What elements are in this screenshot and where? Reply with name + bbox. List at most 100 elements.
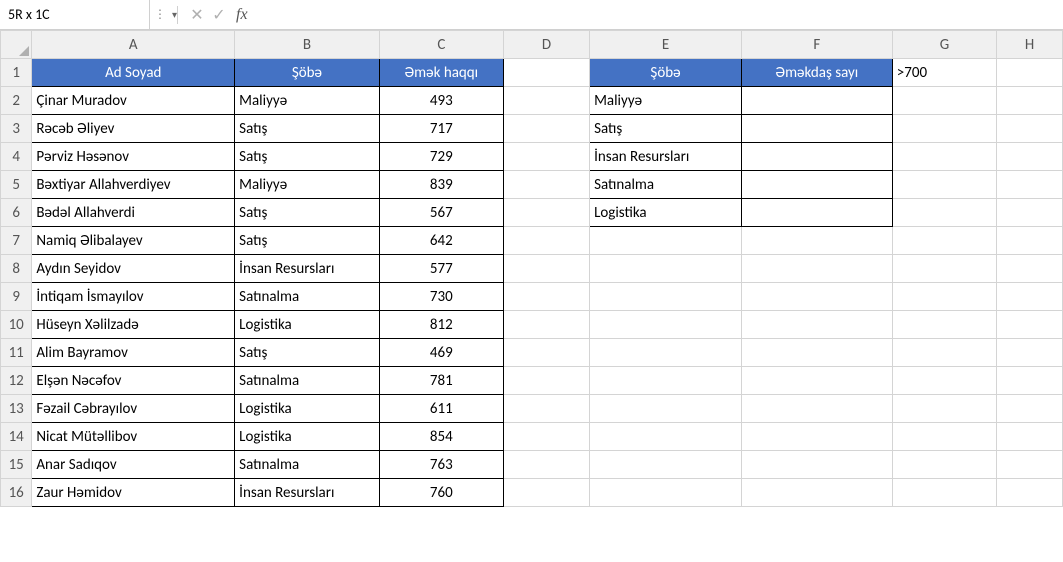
- chevron-down-icon[interactable]: ▾: [168, 8, 181, 21]
- cell-H16[interactable]: [997, 479, 1063, 507]
- cell-H15[interactable]: [997, 451, 1063, 479]
- cell-F2[interactable]: [741, 87, 892, 115]
- cell-G2[interactable]: [892, 87, 996, 115]
- cell-A6[interactable]: Bədəl Allahverdi: [32, 199, 235, 227]
- cell-E4[interactable]: İnsan Resursları: [590, 143, 742, 171]
- col-header-D[interactable]: D: [504, 31, 590, 59]
- cell-A1[interactable]: Ad Soyad: [32, 59, 235, 87]
- col-header-B[interactable]: B: [235, 31, 379, 59]
- cell-C2[interactable]: 493: [379, 87, 503, 115]
- cell-B3[interactable]: Satış: [235, 115, 379, 143]
- cell-D6[interactable]: [504, 199, 590, 227]
- col-header-C[interactable]: C: [379, 31, 503, 59]
- cell-H3[interactable]: [997, 115, 1063, 143]
- cell-E13[interactable]: [590, 395, 742, 423]
- cell-C13[interactable]: 611: [379, 395, 503, 423]
- row-header[interactable]: 1: [1, 59, 32, 87]
- cell-E2[interactable]: Maliyyə: [590, 87, 742, 115]
- col-header-G[interactable]: G: [892, 31, 996, 59]
- cell-D8[interactable]: [504, 255, 590, 283]
- cell-E6[interactable]: Logistika: [590, 199, 742, 227]
- cell-E15[interactable]: [590, 451, 742, 479]
- cell-A8[interactable]: Aydın Seyidov: [32, 255, 235, 283]
- cell-C14[interactable]: 854: [379, 423, 503, 451]
- cell-A10[interactable]: Hüseyn Xəlilzadə: [32, 311, 235, 339]
- cell-B1[interactable]: Şöbə: [235, 59, 379, 87]
- row-header[interactable]: 11: [1, 339, 32, 367]
- row-header[interactable]: 15: [1, 451, 32, 479]
- cell-H11[interactable]: [997, 339, 1063, 367]
- cell-F8[interactable]: [741, 255, 892, 283]
- cell-C4[interactable]: 729: [379, 143, 503, 171]
- cell-A13[interactable]: Fəzail Cəbrayılov: [32, 395, 235, 423]
- row-header[interactable]: 4: [1, 143, 32, 171]
- cell-G4[interactable]: [892, 143, 996, 171]
- cell-B16[interactable]: İnsan Resursları: [235, 479, 379, 507]
- cell-D3[interactable]: [504, 115, 590, 143]
- cell-D13[interactable]: [504, 395, 590, 423]
- row-header[interactable]: 2: [1, 87, 32, 115]
- cell-G6[interactable]: [892, 199, 996, 227]
- row-header[interactable]: 13: [1, 395, 32, 423]
- cell-F12[interactable]: [741, 367, 892, 395]
- cell-F4[interactable]: [741, 143, 892, 171]
- cell-D11[interactable]: [504, 339, 590, 367]
- cell-D14[interactable]: [504, 423, 590, 451]
- cell-E1[interactable]: Şöbə: [590, 59, 742, 87]
- cell-F10[interactable]: [741, 311, 892, 339]
- cell-C16[interactable]: 760: [379, 479, 503, 507]
- cell-F5[interactable]: [741, 171, 892, 199]
- cell-B13[interactable]: Logistika: [235, 395, 379, 423]
- cell-C8[interactable]: 577: [379, 255, 503, 283]
- cell-A16[interactable]: Zaur Həmidov: [32, 479, 235, 507]
- cell-H12[interactable]: [997, 367, 1063, 395]
- cell-A12[interactable]: Elşən Nəcəfov: [32, 367, 235, 395]
- formula-input[interactable]: [254, 6, 1063, 23]
- row-header[interactable]: 10: [1, 311, 32, 339]
- cell-H5[interactable]: [997, 171, 1063, 199]
- cell-E7[interactable]: [590, 227, 742, 255]
- cell-G15[interactable]: [892, 451, 996, 479]
- cell-C12[interactable]: 781: [379, 367, 503, 395]
- cell-G7[interactable]: [892, 227, 996, 255]
- cell-A4[interactable]: Pərviz Həsənov: [32, 143, 235, 171]
- fx-icon[interactable]: fx: [230, 6, 254, 24]
- col-header-H[interactable]: H: [997, 31, 1063, 59]
- cell-D9[interactable]: [504, 283, 590, 311]
- cell-D16[interactable]: [504, 479, 590, 507]
- cell-C6[interactable]: 567: [379, 199, 503, 227]
- row-header[interactable]: 12: [1, 367, 32, 395]
- cell-B4[interactable]: Satış: [235, 143, 379, 171]
- cell-F7[interactable]: [741, 227, 892, 255]
- cell-A3[interactable]: Rəcəb Əliyev: [32, 115, 235, 143]
- col-header-F[interactable]: F: [741, 31, 892, 59]
- col-header-E[interactable]: E: [590, 31, 742, 59]
- cell-H13[interactable]: [997, 395, 1063, 423]
- cell-G12[interactable]: [892, 367, 996, 395]
- cell-B2[interactable]: Maliyyə: [235, 87, 379, 115]
- cell-G3[interactable]: [892, 115, 996, 143]
- cell-F6[interactable]: [741, 199, 892, 227]
- cell-F1[interactable]: Əməkdaş sayı: [741, 59, 892, 87]
- cell-G10[interactable]: [892, 311, 996, 339]
- cell-D7[interactable]: [504, 227, 590, 255]
- cell-F16[interactable]: [741, 479, 892, 507]
- cell-H9[interactable]: [997, 283, 1063, 311]
- cell-B6[interactable]: Satış: [235, 199, 379, 227]
- cell-F9[interactable]: [741, 283, 892, 311]
- row-header[interactable]: 14: [1, 423, 32, 451]
- cell-G1[interactable]: >700: [892, 59, 996, 87]
- row-header[interactable]: 3: [1, 115, 32, 143]
- drag-handle-icon[interactable]: ⋮: [150, 7, 169, 22]
- row-header[interactable]: 8: [1, 255, 32, 283]
- cell-D1[interactable]: [504, 59, 590, 87]
- cell-G16[interactable]: [892, 479, 996, 507]
- cell-F3[interactable]: [741, 115, 892, 143]
- cell-F15[interactable]: [741, 451, 892, 479]
- cell-G13[interactable]: [892, 395, 996, 423]
- cell-G14[interactable]: [892, 423, 996, 451]
- cell-A2[interactable]: Çinar Muradov: [32, 87, 235, 115]
- cell-B10[interactable]: Logistika: [235, 311, 379, 339]
- cell-C3[interactable]: 717: [379, 115, 503, 143]
- cell-E11[interactable]: [590, 339, 742, 367]
